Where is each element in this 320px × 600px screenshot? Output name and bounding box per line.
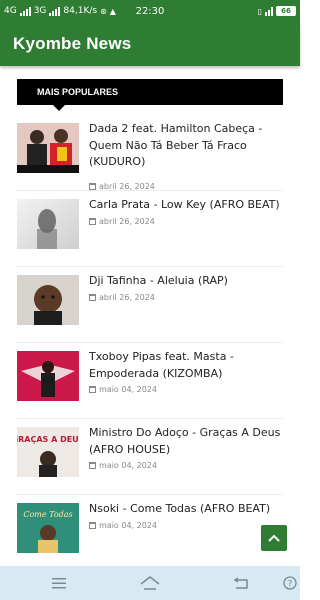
clock: 22:30	[135, 5, 165, 17]
article-date-text: maio 04, 2024	[99, 521, 157, 530]
menu-icon	[52, 578, 66, 589]
calendar-icon	[89, 183, 96, 190]
app-bar: Kyombe News	[0, 22, 300, 66]
thumbnail-text: GRAÇAS A DEUS	[17, 435, 79, 444]
article-date: abril 26, 2024	[89, 217, 155, 226]
article-item[interactable]: GRAÇAS A DEUS Ministro Do Adoço - Graças…	[17, 419, 283, 495]
article-date-text: maio 04, 2024	[99, 385, 157, 394]
back-button[interactable]	[231, 573, 251, 593]
back-icon	[233, 577, 248, 589]
article-list: Dada 2 feat. Hamilton Cabeça - Quem Não …	[17, 115, 283, 571]
chevron-up-icon	[268, 534, 280, 542]
article-thumbnail[interactable]: GRAÇAS A DEUS	[17, 427, 79, 477]
article-title[interactable]: Ministro Do Adoço - Graças A Deus (AFRO …	[89, 425, 283, 458]
home-icon	[140, 576, 160, 590]
article-thumbnail[interactable]	[17, 123, 79, 173]
article-date-text: abril 26, 2024	[99, 217, 155, 226]
article-date-text: abril 26, 2024	[99, 182, 155, 191]
article-item[interactable]: Dji Tafinha - Aleluia (RAP) abril 26, 20…	[17, 267, 283, 343]
scroll-to-top-button[interactable]	[261, 525, 287, 551]
article-date-text: maio 04, 2024	[99, 461, 157, 470]
calendar-icon	[89, 294, 96, 301]
home-button[interactable]	[140, 573, 160, 593]
calendar-icon	[89, 462, 96, 469]
article-thumbnail[interactable]	[17, 199, 79, 249]
section-header: MAIS POPULARES	[17, 79, 283, 111]
article-title[interactable]: Dada 2 feat. Hamilton Cabeça - Quem Não …	[89, 121, 283, 171]
section-notch	[53, 105, 65, 111]
calendar-icon	[89, 218, 96, 225]
menu-button[interactable]	[49, 573, 69, 593]
thumbnail-text: Come Todas	[23, 510, 72, 519]
calendar-icon	[89, 522, 96, 529]
article-item[interactable]: Dada 2 feat. Hamilton Cabeça - Quem Não …	[17, 115, 283, 191]
article-date: maio 04, 2024	[89, 461, 157, 470]
article-date: abril 26, 2024	[89, 182, 155, 191]
app-title: Kyombe News	[13, 34, 132, 53]
article-item[interactable]: Carla Prata - Low Key (AFRO BEAT) abril …	[17, 191, 283, 267]
article-thumbnail[interactable]	[17, 275, 79, 325]
article-title[interactable]: Nsoki - Come Todas (AFRO BEAT)	[89, 501, 283, 518]
svg-text:?: ?	[288, 580, 293, 590]
article-item[interactable]: Txoboy Pipas feat. Masta - Empoderada (K…	[17, 343, 283, 419]
system-navigation-bar: ?	[0, 566, 300, 600]
article-date: maio 04, 2024	[89, 521, 157, 530]
article-thumbnail[interactable]: Come Todas	[17, 503, 79, 553]
calendar-icon	[89, 386, 96, 393]
help-icon: ?	[283, 576, 297, 590]
article-title[interactable]: Txoboy Pipas feat. Masta - Empoderada (K…	[89, 349, 283, 382]
status-bar: 4G 3G 84,1K/s ⊛ ▲ 22:30 ▯ 66	[0, 0, 300, 22]
article-date-text: abril 26, 2024	[99, 293, 155, 302]
help-button[interactable]: ?	[282, 573, 298, 593]
article-title[interactable]: Carla Prata - Low Key (AFRO BEAT)	[89, 197, 283, 214]
article-thumbnail[interactable]	[17, 351, 79, 401]
article-date: maio 04, 2024	[89, 385, 157, 394]
section-title: MAIS POPULARES	[37, 87, 119, 97]
article-item[interactable]: Come Todas Nsoki - Come Todas (AFRO BEAT…	[17, 495, 283, 571]
article-date: abril 26, 2024	[89, 293, 155, 302]
article-title[interactable]: Dji Tafinha - Aleluia (RAP)	[89, 273, 283, 290]
